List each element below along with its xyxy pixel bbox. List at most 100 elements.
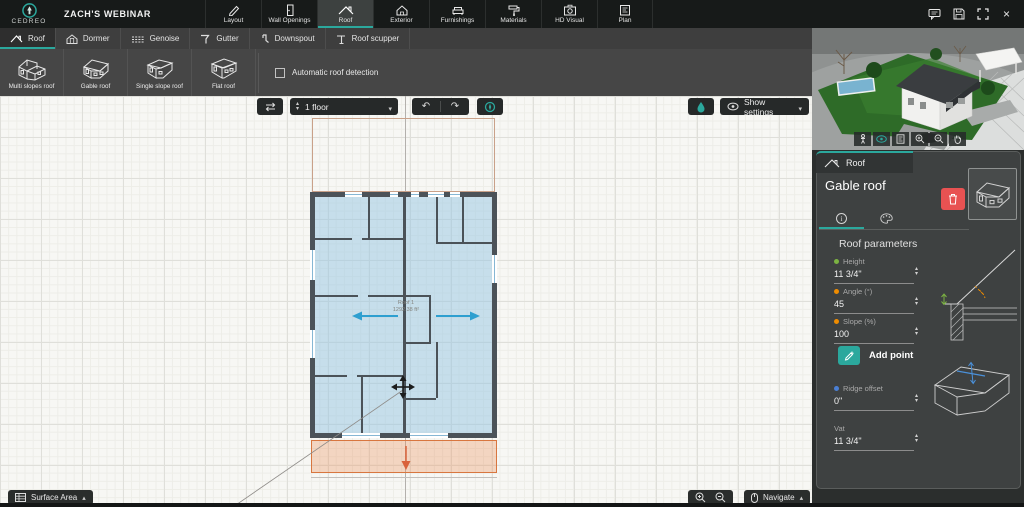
app-window: CEDREO ZACH'S WEBINAR Layout Wall Openin… (0, 0, 1024, 507)
window (310, 330, 315, 358)
slope-stepper[interactable] (915, 327, 918, 336)
wall-segment (315, 238, 352, 240)
tab-furnishings[interactable]: Furnishings (429, 0, 485, 28)
dormer-icon (66, 34, 78, 44)
add-point-control[interactable]: Add point (838, 346, 913, 365)
compass-icon (484, 101, 496, 113)
genoise-icon (131, 35, 145, 43)
swap-floor-button[interactable] (257, 98, 283, 115)
ridge-offset-label: Ridge offset (843, 384, 883, 393)
tab-wall-openings[interactable]: Wall Openings (261, 0, 317, 28)
zoom-out-icon[interactable] (715, 492, 726, 503)
vat-field[interactable]: Vat 11 3/4" (834, 424, 914, 451)
undo-redo-group: ↶ ↷ (412, 98, 469, 115)
slope-dot (834, 319, 839, 324)
ridge-offset-field[interactable]: Ridge offset 0" (834, 384, 914, 411)
roof-inspector-panel: Roof Gable roof i Roof parameters (816, 151, 1021, 489)
subtab-dormer[interactable]: Dormer (56, 28, 121, 49)
info-icon: i (836, 213, 847, 224)
compass-button[interactable] (477, 98, 503, 115)
slope-field[interactable]: Slope (%) 100 (834, 317, 914, 344)
add-point-label: Add point (869, 350, 913, 361)
inspector-tab-label: Roof (846, 158, 865, 168)
fullscreen-icon[interactable] (975, 7, 990, 22)
ribbon-divider (258, 53, 259, 93)
auto-roof-detection-option[interactable]: Automatic roof detection (275, 68, 378, 78)
tab-label: Furnishings (441, 17, 475, 24)
height-stepper[interactable] (915, 267, 918, 276)
tab-label: HD Visual (555, 17, 584, 24)
roof-type-single-slope[interactable]: Single slope roof (128, 49, 192, 96)
plan-view-icon[interactable] (892, 132, 909, 146)
gable-roof-thumbnail[interactable] (968, 168, 1017, 220)
roof-type-flat[interactable]: Flat roof (192, 49, 256, 96)
aerial-view-eye-icon[interactable] (873, 132, 890, 146)
subtab-downspout[interactable]: Downspout (250, 28, 326, 49)
height-dot (834, 259, 839, 264)
zoom-in-icon[interactable] (911, 132, 928, 146)
subtab-genoise[interactable]: Genoise (121, 28, 191, 49)
window (342, 433, 380, 438)
angle-stepper[interactable] (915, 297, 918, 306)
inspector-tab-roof[interactable]: Roof (816, 151, 913, 173)
tab-materials[interactable]: Materials (485, 0, 541, 28)
zoom-out-icon[interactable] (930, 132, 947, 146)
floor-plan-canvas[interactable]: Roof 1 1292.38 ft² (0, 96, 812, 507)
roof-type-multi-slopes[interactable]: Multi slopes roof (0, 49, 64, 96)
tab-materials-palette[interactable] (864, 207, 909, 229)
wall-segment (462, 197, 464, 242)
tab-hd-visual[interactable]: HD Visual (541, 0, 597, 28)
roof-section-diagram (931, 246, 1019, 344)
tab-exterior[interactable]: Exterior (373, 0, 429, 28)
floor-selector[interactable]: ▴▾ 1 floor (290, 98, 398, 115)
vat-stepper[interactable] (915, 434, 918, 443)
walkthrough-person-icon[interactable] (854, 132, 871, 146)
save-icon[interactable] (951, 7, 966, 22)
redo-icon[interactable]: ↷ (441, 98, 469, 115)
auto-roof-detection-label: Automatic roof detection (292, 68, 378, 77)
wall-segment (436, 242, 492, 244)
window (310, 250, 315, 280)
window (428, 192, 444, 197)
tab-parameters[interactable]: i (819, 207, 864, 229)
roof-type-gable[interactable]: Gable roof (64, 49, 128, 96)
floor-stepper[interactable]: ▴▾ (296, 102, 299, 111)
subtab-gutter[interactable]: Gutter (190, 28, 249, 49)
slope-value[interactable]: 100 (834, 329, 914, 344)
roof-icon (10, 34, 23, 43)
subtab-label: Roof scupper (352, 34, 400, 43)
auto-roof-detection-checkbox[interactable] (275, 68, 285, 78)
angle-value[interactable]: 45 (834, 299, 914, 314)
tab-roof[interactable]: Roof (317, 0, 373, 28)
show-settings-label: Show settings (744, 97, 793, 117)
subtab-roof[interactable]: Roof (0, 28, 56, 49)
ridge-offset-value[interactable]: 0" (834, 396, 914, 411)
zoom-in-icon[interactable] (695, 492, 706, 503)
chevron-down-icon (388, 98, 392, 116)
vat-label: Vat (834, 424, 845, 433)
height-value[interactable]: 11 3/4" (834, 269, 914, 284)
pencil-icon (227, 4, 241, 16)
tab-label: Plan (618, 17, 631, 24)
tab-plan[interactable]: Plan (597, 0, 653, 28)
comment-icon[interactable] (927, 7, 942, 22)
pan-hand-icon[interactable] (949, 132, 966, 146)
window (390, 192, 398, 197)
height-label: Height (843, 257, 865, 266)
subtab-roof-scupper[interactable]: Roof scupper (326, 28, 411, 49)
paint-mode-button[interactable] (688, 98, 714, 115)
undo-icon[interactable]: ↶ (412, 98, 440, 115)
tab-label: Materials (500, 17, 526, 24)
show-settings-dropdown[interactable]: Show settings (720, 98, 809, 115)
roof-type-title: Gable roof (825, 178, 886, 193)
3d-preview[interactable] (812, 28, 1024, 150)
tab-layout[interactable]: Layout (205, 0, 261, 28)
angle-field[interactable]: Angle (°) 45 (834, 287, 914, 314)
height-field[interactable]: Height 11 3/4" (834, 257, 914, 284)
vat-value[interactable]: 11 3/4" (834, 436, 914, 451)
ridge-offset-stepper[interactable] (915, 394, 918, 403)
add-point-button[interactable] (838, 346, 860, 365)
wall-segment (315, 295, 358, 297)
wall-segment (362, 238, 403, 240)
close-icon[interactable]: × (999, 7, 1014, 22)
